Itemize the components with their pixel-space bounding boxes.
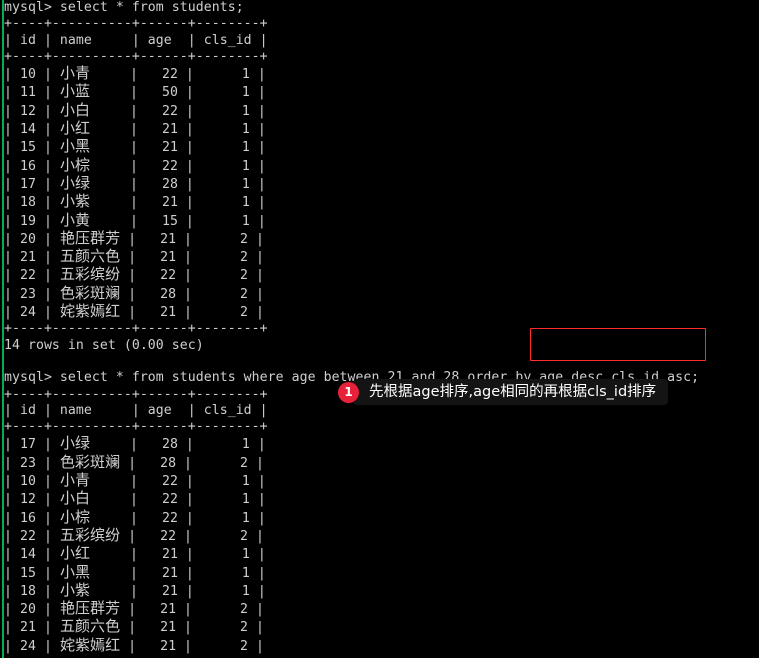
- annotation-callout: 1 先根据age排序,age相同的再根据cls_id排序: [338, 379, 669, 405]
- terminal-output-area[interactable]: mysql> select * from students; +----+---…: [4, 0, 759, 658]
- terminal-screen: mysql> select * from students; +----+---…: [0, 0, 759, 658]
- window-left-edge-inner: [0, 0, 2, 658]
- annotation-text: 先根据age排序,age相同的再根据cls_id排序: [353, 379, 669, 405]
- annotation-badge: 1: [338, 381, 359, 403]
- console-text: mysql> select * from students; +----+---…: [4, 0, 700, 658]
